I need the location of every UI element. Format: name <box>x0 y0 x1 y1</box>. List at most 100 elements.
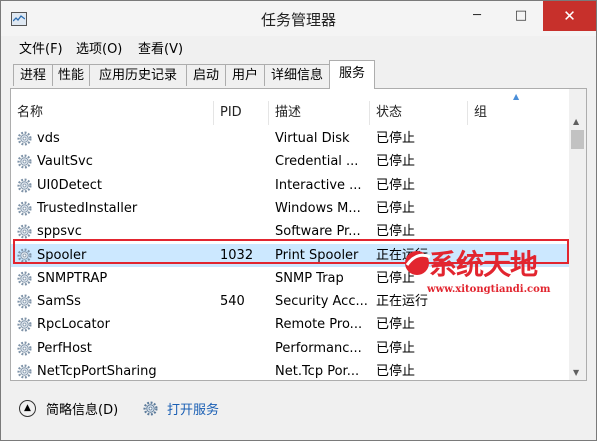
service-name-text: vds <box>37 131 60 146</box>
service-name-text: Spooler <box>37 247 87 263</box>
service-pid <box>214 337 269 360</box>
service-name-text: SNMPTRAP <box>37 270 108 286</box>
service-status: 已停止 <box>376 200 416 216</box>
service-row[interactable]: sppsvc Software Pr... 已停止 <box>11 220 571 243</box>
service-description: SNMP Trap <box>275 270 344 286</box>
service-gear-icon <box>17 247 32 263</box>
service-status: 已停止 <box>376 131 416 146</box>
service-status: 已停止 <box>376 340 416 356</box>
service-name: SamSs <box>11 290 214 313</box>
tab-bar: 进程 性能 应用历史记录 启动 用户 详细信息 服务 <box>1 58 596 89</box>
service-row[interactable]: PerfHost Performanc... 已停止 <box>11 337 571 360</box>
column-header-pid[interactable]: PID <box>214 101 269 125</box>
menu-options[interactable]: 选项(O) <box>76 38 122 57</box>
service-gear-icon <box>17 341 32 356</box>
service-gear-icon <box>17 271 32 286</box>
service-name: SNMPTRAP <box>11 267 214 290</box>
column-header-row: 名称 PID 描述 状态 组 <box>11 101 571 125</box>
service-name: VaultSvc <box>11 150 214 173</box>
service-name-text: TrustedInstaller <box>37 200 138 216</box>
sort-ascending-icon: ▲ <box>513 92 520 101</box>
service-row[interactable]: VaultSvc Credential ... 已停止 <box>11 150 571 173</box>
service-row[interactable]: RpcLocator Remote Pro... 已停止 <box>11 313 571 336</box>
service-description: Interactive ... <box>275 177 362 193</box>
service-description: Windows M... <box>275 200 361 216</box>
service-name: NetTcpPortSharing <box>11 360 214 380</box>
scroll-down-icon[interactable]: ▼ <box>573 368 579 377</box>
menu-file[interactable]: 文件(F) <box>19 38 63 57</box>
column-header-name[interactable]: 名称 <box>11 101 214 125</box>
tab-users[interactable]: 用户 <box>225 64 265 86</box>
tab-performance[interactable]: 性能 <box>52 64 90 86</box>
service-description: Performanc... <box>275 340 362 356</box>
services-list: 名称 PID 描述 状态 组 ▲ vds Virtual Disk 已停止 Vault… <box>10 88 587 381</box>
service-description: Print Spooler <box>275 247 359 263</box>
maximize-button[interactable]: □ <box>499 1 543 31</box>
service-name: vds <box>11 127 214 150</box>
watermark-title: 系统天地 <box>429 248 538 281</box>
service-name: RpcLocator <box>11 313 214 336</box>
chevron-up-icon: ▲ <box>24 403 31 413</box>
service-status: 已停止 <box>376 154 416 170</box>
close-button[interactable]: ✕ <box>543 1 596 31</box>
service-description: Remote Pro... <box>275 317 363 333</box>
tab-app-history[interactable]: 应用历史记录 <box>89 64 187 86</box>
service-name-text: VaultSvc <box>37 154 93 170</box>
service-row[interactable]: vds Virtual Disk 已停止 <box>11 127 571 150</box>
service-name: Spooler <box>11 244 214 267</box>
minimize-button[interactable]: ─ <box>455 1 499 31</box>
column-header-group[interactable]: 组 <box>468 101 571 125</box>
service-name-text: UI0Detect <box>37 177 102 193</box>
close-icon: ✕ <box>563 7 576 25</box>
service-name: PerfHost <box>11 337 214 360</box>
footer: ▲ 简略信息(D) 打开服务 <box>1 382 596 434</box>
service-pid <box>214 267 269 290</box>
service-name-text: sppsvc <box>37 224 82 240</box>
scroll-up-icon[interactable]: ▲ <box>573 117 579 126</box>
tab-details[interactable]: 详细信息 <box>264 64 330 86</box>
service-description: Credential ... <box>275 154 359 170</box>
open-services-link[interactable]: 打开服务 <box>167 399 219 418</box>
service-pid <box>214 313 269 336</box>
maximize-icon: □ <box>514 8 528 23</box>
menu-view[interactable]: 查看(V) <box>138 38 183 57</box>
service-gear-icon <box>17 224 32 239</box>
service-pid: 540 <box>220 294 245 310</box>
title-bar[interactable]: 任务管理器 ─ □ ✕ <box>1 1 596 36</box>
service-status: 已停止 <box>376 177 416 193</box>
service-row[interactable]: UI0Detect Interactive ... 已停止 <box>11 174 571 197</box>
service-gear-icon <box>17 317 32 332</box>
service-pid: 1032 <box>220 247 254 263</box>
service-description: Software Pr... <box>275 224 361 240</box>
service-name-text: SamSs <box>37 294 81 310</box>
vertical-scrollbar[interactable]: ▲ ▼ <box>569 89 586 380</box>
service-name-text: RpcLocator <box>37 317 110 333</box>
task-manager-window: 任务管理器 ─ □ ✕ 文件(F) 选项(O) 查看(V) 进程 性能 应用历史… <box>0 0 597 441</box>
column-header-status[interactable]: 状态 <box>370 101 468 125</box>
service-pid <box>214 360 269 380</box>
service-status: 已停止 <box>376 364 416 379</box>
column-header-description[interactable]: 描述 <box>269 101 370 125</box>
service-gear-icon <box>17 131 32 146</box>
fewer-details-link[interactable]: 简略信息(D) <box>46 399 118 418</box>
tab-services[interactable]: 服务 <box>329 60 375 89</box>
watermark-url: www.xitongtiandi.com <box>427 284 551 295</box>
scrollbar-thumb[interactable] <box>571 130 584 149</box>
service-pid <box>214 220 269 243</box>
service-name: UI0Detect <box>11 174 214 197</box>
service-gear-icon <box>17 154 32 169</box>
service-status: 已停止 <box>376 224 416 240</box>
service-name: TrustedInstaller <box>11 197 214 220</box>
service-name-text: NetTcpPortSharing <box>37 364 157 379</box>
service-pid <box>214 150 269 173</box>
service-description: Security Acc... <box>275 294 368 310</box>
services-gear-icon <box>143 401 158 416</box>
service-description: Virtual Disk <box>275 131 350 146</box>
collapse-details-button[interactable]: ▲ <box>19 400 36 417</box>
service-status: 已停止 <box>376 317 416 333</box>
menu-bar: 文件(F) 选项(O) 查看(V) <box>1 36 596 57</box>
service-row[interactable]: NetTcpPortSharing Net.Tcp Por... 已停止 <box>11 360 571 380</box>
tab-processes[interactable]: 进程 <box>13 64 53 86</box>
tab-startup[interactable]: 启动 <box>186 64 226 86</box>
service-row[interactable]: TrustedInstaller Windows M... 已停止 <box>11 197 571 220</box>
